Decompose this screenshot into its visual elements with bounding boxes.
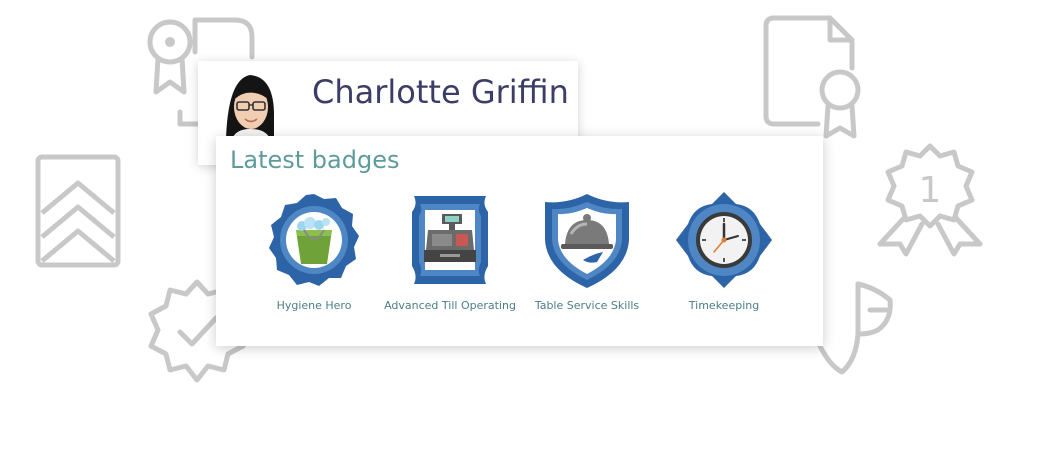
badge-label: Advanced Till Operating xyxy=(384,299,516,312)
badge-hygiene-hero[interactable]: Hygiene Hero xyxy=(244,190,384,314)
certificate-document-icon xyxy=(760,14,870,144)
cloche-icon xyxy=(545,194,629,288)
latest-badges-card: Latest badges Hygiene Hero Advanced Till… xyxy=(216,136,823,346)
clock-icon xyxy=(676,192,772,288)
latest-badges-title: Latest badges xyxy=(230,146,400,174)
bookmark-chevron-icon xyxy=(34,153,124,273)
bucket-icon xyxy=(269,194,359,286)
badge-timekeeping[interactable]: Timekeeping xyxy=(654,190,794,314)
badge-advanced-till-operating[interactable]: Advanced Till Operating xyxy=(380,190,520,314)
avatar[interactable] xyxy=(220,69,280,139)
profile-name: Charlotte Griffin xyxy=(312,73,569,111)
badge-label: Timekeeping xyxy=(688,299,760,312)
badge-label: Table Service Skills xyxy=(534,299,640,312)
rosette-numeral: 1 xyxy=(919,170,942,211)
badge-label: Hygiene Hero xyxy=(276,299,352,312)
badge-table-service-skills[interactable]: Table Service Skills xyxy=(517,190,657,314)
first-place-rosette-icon: 1 xyxy=(872,140,988,258)
cash-register-icon xyxy=(412,196,488,284)
